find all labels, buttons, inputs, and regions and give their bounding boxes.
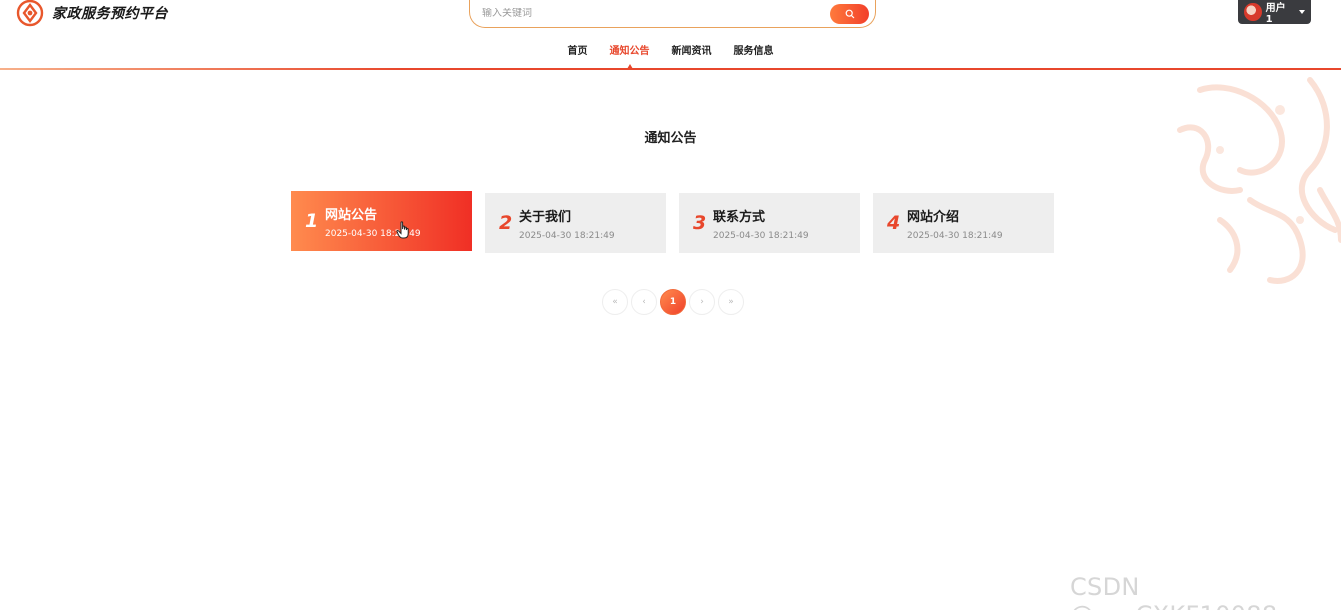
hand-cursor-icon	[396, 221, 409, 239]
last-page-button[interactable]: »	[718, 289, 744, 315]
notice-card[interactable]: 4 网站介绍 2025-04-30 18:21:49	[873, 193, 1054, 253]
card-title: 关于我们	[519, 209, 572, 225]
card-number: 3	[693, 212, 707, 234]
card-number: 4	[887, 212, 901, 234]
nav-item-notices[interactable]: 通知公告	[599, 42, 661, 62]
watermark: CSDN @vx_CXKF10088	[1070, 573, 1277, 610]
card-title: 网站介绍	[907, 209, 960, 225]
search-icon	[845, 9, 854, 18]
card-date: 2025-04-30 18:21:49	[519, 230, 615, 241]
logo-icon	[16, 0, 44, 27]
prev-page-button[interactable]: ‹	[631, 289, 657, 315]
dragon-decoration-icon	[1177, 77, 1341, 284]
first-page-button[interactable]: «	[602, 289, 628, 315]
search-input[interactable]	[482, 8, 830, 19]
nav-item-home[interactable]: 首页	[557, 42, 599, 62]
nav-divider	[0, 68, 1341, 70]
card-number: 1	[305, 210, 319, 232]
page-number-button[interactable]: 1	[660, 289, 686, 315]
user-name: 用户1	[1265, 3, 1286, 25]
notice-card[interactable]: 2 关于我们 2025-04-30 18:21:49	[485, 193, 666, 253]
site-logo[interactable]: 家政服务预约平台	[16, 0, 168, 27]
logo-text: 家政服务预约平台	[52, 6, 168, 22]
search-button[interactable]	[830, 3, 869, 24]
page-title: 通知公告	[644, 131, 697, 146]
user-menu[interactable]: 用户1	[1238, 0, 1311, 25]
card-number: 2	[499, 212, 513, 234]
card-title: 联系方式	[713, 209, 766, 225]
chevron-down-icon	[1299, 10, 1305, 14]
next-page-button[interactable]: ›	[689, 289, 715, 315]
nav-item-services[interactable]: 服务信息	[723, 42, 785, 62]
nav-item-news[interactable]: 新闻资讯	[661, 42, 723, 62]
card-date: 2025-04-30 18:21:49	[907, 230, 1003, 241]
notice-card[interactable]: 3 联系方式 2025-04-30 18:21:49	[679, 193, 860, 253]
notice-card[interactable]: 1 网站公告 2025-04-30 18:21:49	[291, 191, 472, 251]
card-date: 2025-04-30 18:21:49	[713, 230, 809, 241]
main-nav: 首页 通知公告 新闻资讯 服务信息	[0, 42, 1341, 62]
avatar	[1244, 3, 1262, 21]
card-title: 网站公告	[325, 207, 378, 223]
search-bar	[469, 0, 876, 28]
pagination: « ‹ 1 › »	[602, 289, 744, 315]
